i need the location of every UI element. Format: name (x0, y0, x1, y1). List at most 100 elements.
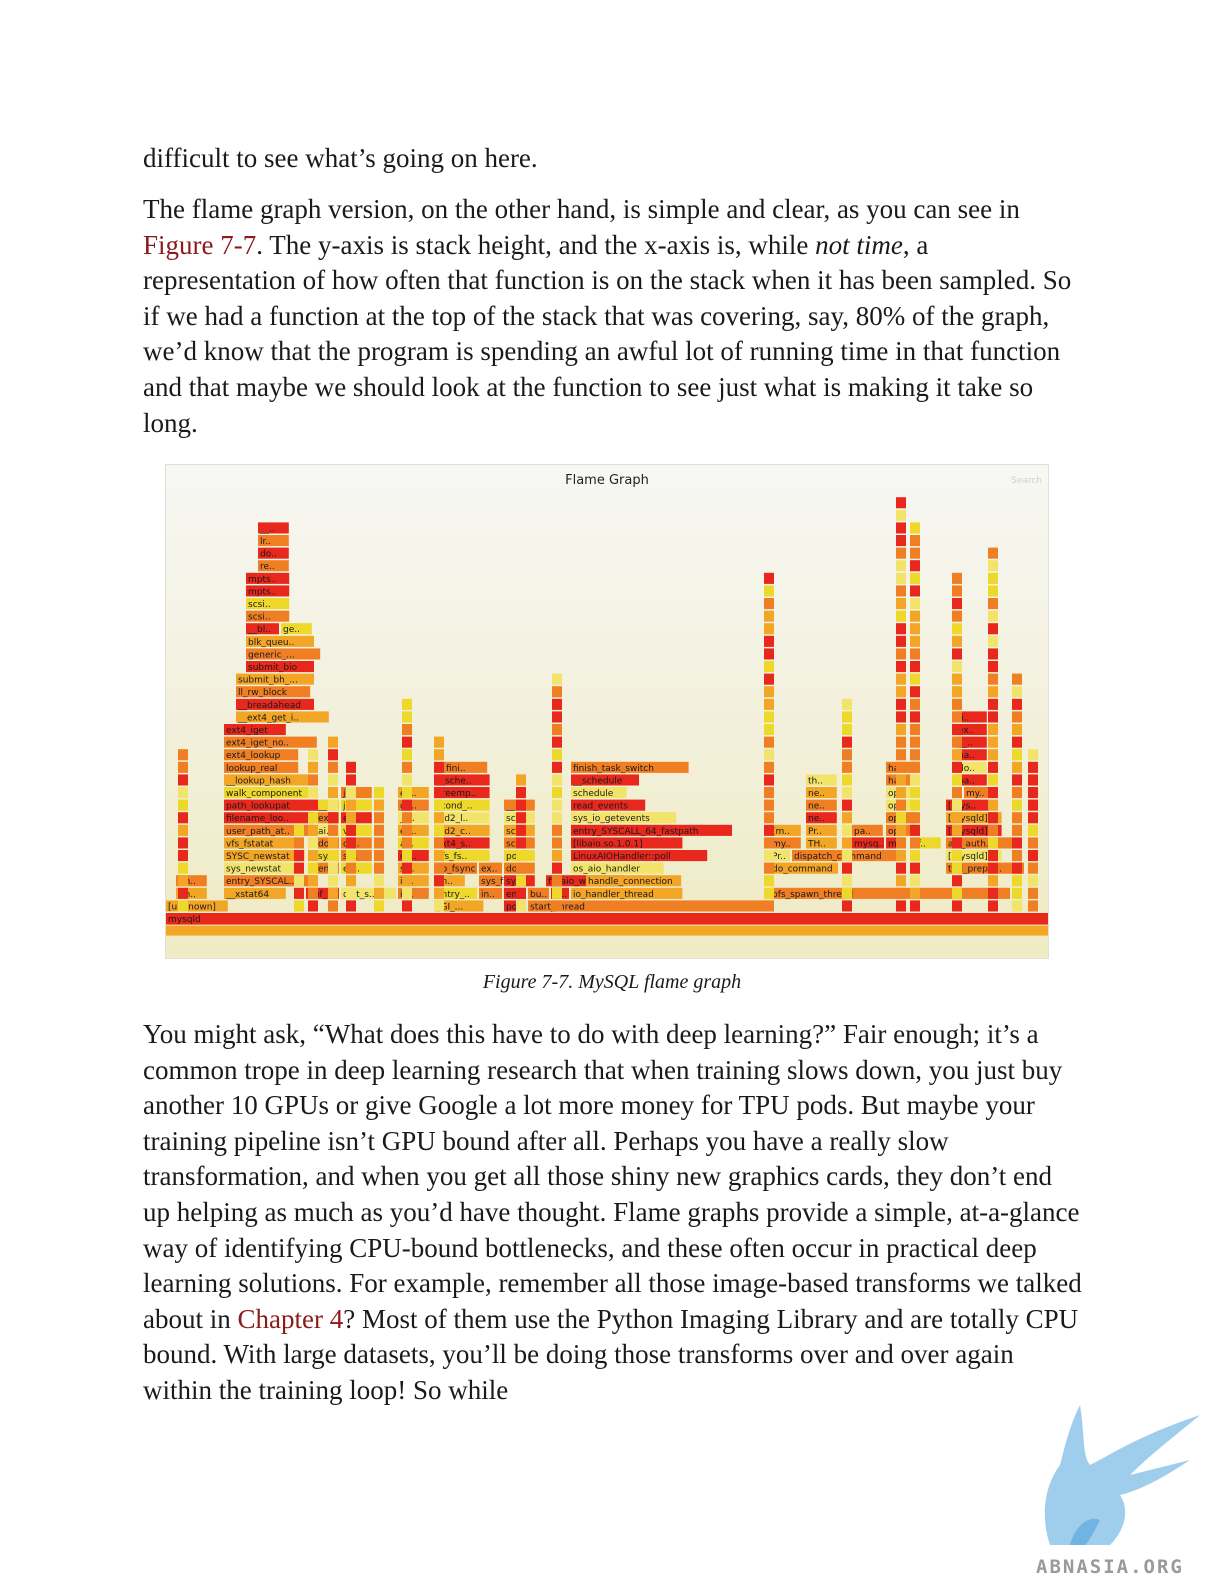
flame-frame[interactable]: blk_queu.. (246, 635, 314, 648)
flame-frame[interactable] (552, 900, 562, 912)
flame-frame[interactable] (328, 875, 338, 887)
flame-frame[interactable] (764, 824, 774, 836)
flame-frame[interactable] (402, 862, 412, 874)
flame-frame[interactable] (328, 824, 338, 836)
flame-frame[interactable] (988, 736, 998, 748)
flame-frame[interactable] (910, 774, 920, 786)
flame-frame[interactable] (910, 900, 920, 912)
flame-frame[interactable] (346, 774, 356, 786)
flame-frame[interactable] (910, 711, 920, 723)
flame-frame[interactable] (308, 900, 318, 912)
flame-frame[interactable] (178, 862, 188, 874)
flame-frame[interactable] (294, 824, 304, 836)
flame-frame[interactable] (764, 799, 774, 811)
flame-frame[interactable] (374, 862, 384, 874)
flame-frame[interactable] (910, 736, 920, 748)
flame-frame[interactable] (434, 824, 444, 836)
flame-frame[interactable]: in.. (479, 887, 502, 900)
flame-frame[interactable]: [m.. (770, 824, 801, 837)
flame-frame[interactable] (896, 623, 906, 635)
flame-frame[interactable] (988, 799, 998, 811)
flame-frame[interactable] (952, 635, 962, 647)
flame-frame[interactable] (988, 875, 998, 887)
flame-frame[interactable] (988, 623, 998, 635)
flame-frame[interactable] (346, 787, 356, 799)
flame-frame[interactable] (434, 862, 444, 874)
flame-frame[interactable]: ne.. (806, 799, 837, 812)
flame-frame[interactable] (842, 824, 852, 836)
flame-frame[interactable] (764, 862, 774, 874)
flame-frame[interactable]: mpts.. (246, 572, 290, 585)
flame-frame[interactable]: my.. (770, 837, 801, 849)
flame-frame[interactable] (764, 661, 774, 673)
flame-frame[interactable] (764, 736, 774, 748)
flame-frame[interactable] (1012, 724, 1022, 736)
flame-frame[interactable] (910, 522, 920, 534)
flame-frame[interactable] (952, 661, 962, 673)
flame-frame[interactable] (988, 635, 998, 647)
flame-frame[interactable] (308, 887, 318, 899)
flame-frame[interactable] (552, 837, 562, 849)
flame-frame[interactable] (308, 824, 318, 836)
flame-frame[interactable] (328, 862, 338, 874)
flame-frame[interactable] (552, 812, 562, 824)
flame-frame[interactable] (346, 900, 356, 912)
flame-frame[interactable] (952, 824, 962, 836)
flame-frame[interactable] (178, 900, 188, 912)
flame-frame[interactable]: submit_bh_... (236, 673, 314, 686)
flame-frame[interactable] (952, 623, 962, 635)
flame-frame[interactable] (178, 749, 188, 761)
flame-frame[interactable] (328, 812, 338, 824)
flame-frame[interactable] (896, 547, 906, 559)
flame-frame[interactable] (952, 900, 962, 912)
flame-frame[interactable]: ext4_iget_no.. (224, 736, 317, 749)
flame-frame[interactable] (1012, 673, 1022, 685)
flame-frame[interactable]: lookup_real (224, 761, 299, 774)
flame-frame[interactable] (1012, 900, 1022, 912)
flame-frame[interactable]: handle_connection (586, 875, 682, 887)
flame-frame[interactable] (346, 875, 356, 887)
flame-frame[interactable] (374, 875, 384, 887)
flame-frame[interactable] (1028, 749, 1038, 761)
flame-frame[interactable] (910, 635, 920, 647)
flame-frame[interactable] (988, 761, 998, 773)
flame-frame[interactable] (896, 497, 906, 509)
flame-frame[interactable] (952, 648, 962, 660)
flame-frame[interactable] (764, 774, 774, 786)
flame-frame[interactable] (552, 749, 562, 761)
flame-frame[interactable] (896, 560, 906, 572)
flame-frame[interactable] (328, 799, 338, 811)
flame-frame[interactable] (434, 799, 444, 811)
flame-frame[interactable] (402, 900, 412, 912)
flame-frame[interactable]: do.. (341, 837, 372, 849)
flame-frame[interactable] (374, 850, 384, 862)
flame-frame[interactable] (434, 837, 444, 849)
flame-frame[interactable] (764, 711, 774, 723)
flame-frame[interactable] (910, 875, 920, 887)
flame-frame[interactable] (374, 900, 384, 912)
flame-frame[interactable] (516, 837, 526, 849)
flame-frame[interactable]: ext4_iget (224, 724, 286, 736)
flame-frame[interactable] (988, 711, 998, 723)
flame-frame[interactable] (328, 787, 338, 799)
flame-frame[interactable] (294, 862, 304, 874)
flame-frame[interactable] (988, 610, 998, 622)
flame-frame[interactable] (988, 887, 998, 899)
flame-frame[interactable] (434, 812, 444, 824)
flame-frame[interactable] (910, 698, 920, 710)
flame-frame[interactable] (402, 749, 412, 761)
flame-frame[interactable] (896, 535, 906, 547)
flame-frame[interactable] (842, 711, 852, 723)
flame-frame[interactable] (516, 862, 526, 874)
flame-frame[interactable] (346, 824, 356, 836)
flame-frame[interactable]: lr.. (258, 535, 289, 547)
flame-frame[interactable] (896, 572, 906, 584)
flame-frame[interactable] (842, 736, 852, 748)
flame-frame[interactable] (1028, 774, 1038, 786)
flame-frame[interactable]: submit_bio (246, 661, 314, 673)
flame-frame[interactable] (910, 547, 920, 559)
flame-frame[interactable] (896, 774, 906, 786)
flame-frame[interactable] (896, 761, 906, 773)
flame-frame[interactable] (374, 812, 384, 824)
flame-frame[interactable] (516, 900, 526, 912)
